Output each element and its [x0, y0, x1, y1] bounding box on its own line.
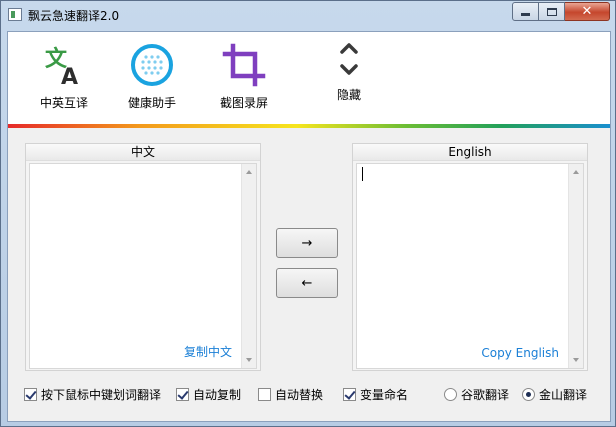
kingsoft-translate-radio[interactable]: 金山翻译	[522, 386, 587, 403]
text-caret	[362, 167, 363, 181]
app-window: 飘云急速翻译2.0 ✕ 文 A 中英互译 健康助手 截图录屏 隐藏 中文 复制中…	[0, 0, 616, 427]
scroll-down-icon[interactable]	[573, 358, 579, 362]
checkbox-box[interactable]	[258, 388, 271, 401]
radio-label: 金山翻译	[539, 388, 588, 402]
chinese-panel: 中文 复制中文	[25, 143, 261, 371]
options-row: 按下鼠标中键划词翻译 自动复制 自动替换 变量命名 谷歌翻译 金山翻译	[8, 386, 610, 406]
toolbar-health-button[interactable]: 健康助手	[112, 42, 192, 111]
toolbar-translate-button[interactable]: 文 A 中英互译	[24, 42, 104, 111]
copy-english-link[interactable]: Copy English	[481, 346, 559, 360]
radio-dot[interactable]	[522, 388, 535, 401]
checkbox-label: 自动复制	[193, 388, 242, 402]
checkbox-label: 按下鼠标中键划词翻译	[41, 388, 162, 402]
auto-copy-checkbox[interactable]: 自动复制	[176, 386, 241, 403]
scroll-up-icon[interactable]	[246, 170, 252, 174]
checkbox-box[interactable]	[343, 388, 356, 401]
checkbox-box[interactable]	[176, 388, 189, 401]
auto-replace-checkbox[interactable]: 自动替换	[258, 386, 323, 403]
google-translate-radio[interactable]: 谷歌翻译	[444, 386, 509, 403]
app-icon	[8, 8, 22, 21]
minimize-button[interactable]	[512, 2, 539, 21]
toolbar-screenshot-button[interactable]: 截图录屏	[204, 42, 284, 111]
toolbar-translate-label: 中英互译	[39, 96, 88, 110]
scroll-down-icon[interactable]	[246, 358, 252, 362]
minimize-icon	[521, 13, 530, 16]
chevron-up-down-icon	[326, 36, 372, 82]
english-panel-header: English	[353, 144, 587, 161]
english-scrollbar[interactable]	[568, 164, 583, 368]
translate-to-english-button[interactable]: →	[276, 228, 338, 258]
toolbar-health-label: 健康助手	[127, 96, 176, 110]
maximize-button[interactable]	[539, 2, 565, 21]
window-controls: ✕	[512, 2, 610, 21]
chinese-scrollbar[interactable]	[241, 164, 256, 368]
close-button[interactable]: ✕	[565, 2, 610, 21]
copy-chinese-link[interactable]: 复制中文	[184, 343, 232, 360]
title-bar[interactable]: 飘云急速翻译2.0 ✕	[1, 1, 615, 30]
arrow-left-icon: ←	[301, 275, 313, 291]
chinese-text-input[interactable]: 复制中文	[29, 163, 257, 369]
checkbox-label: 变量命名	[360, 388, 409, 402]
close-icon: ✕	[581, 4, 593, 19]
toolbar-hide-label: 隐藏	[336, 88, 361, 102]
toolbar-screenshot-label: 截图录屏	[219, 96, 268, 110]
rainbow-divider	[8, 124, 610, 128]
translate-to-chinese-button[interactable]: ←	[276, 268, 338, 298]
variable-naming-checkbox[interactable]: 变量命名	[343, 386, 408, 403]
window-title: 飘云急速翻译2.0	[28, 9, 120, 23]
translate-icon: 文 A	[41, 42, 87, 90]
health-grid-icon	[129, 42, 175, 88]
toolbar-hide-button[interactable]: 隐藏	[309, 36, 389, 103]
svg-text:A: A	[61, 65, 78, 88]
client-area: 文 A 中英互译 健康助手 截图录屏 隐藏 中文 复制中文 → ← Englis…	[7, 31, 611, 422]
radio-dot[interactable]	[444, 388, 457, 401]
arrow-right-icon: →	[301, 235, 313, 251]
checkbox-box[interactable]	[24, 388, 37, 401]
english-panel: English Copy English	[352, 143, 588, 371]
english-text-input[interactable]: Copy English	[356, 163, 584, 369]
middle-click-translate-checkbox[interactable]: 按下鼠标中键划词翻译	[24, 386, 161, 403]
chinese-panel-header: 中文	[26, 144, 260, 161]
radio-label: 谷歌翻译	[461, 388, 510, 402]
scroll-up-icon[interactable]	[573, 170, 579, 174]
maximize-icon	[546, 7, 557, 16]
toolbar: 文 A 中英互译 健康助手 截图录屏 隐藏	[8, 32, 610, 124]
crop-icon	[221, 42, 267, 88]
checkbox-label: 自动替换	[275, 388, 324, 402]
